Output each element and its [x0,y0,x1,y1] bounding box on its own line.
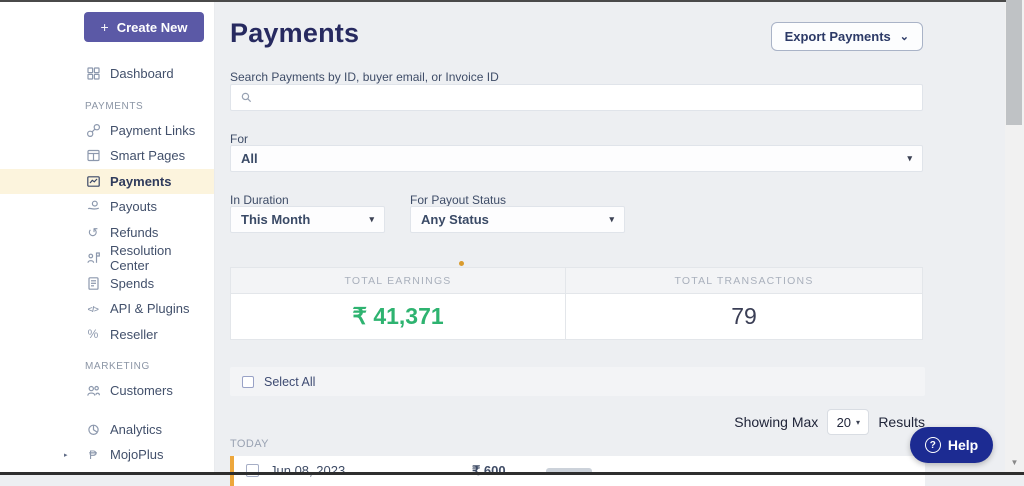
showing-max-row: Showing Max 20 ▾ Results [734,408,925,436]
plus-icon: + [101,19,109,35]
stats-header-row: TOTAL EARNINGS TOTAL TRANSACTIONS [231,268,922,294]
sidebar-item-label: Payouts [110,199,157,214]
sidebar-item-customers[interactable]: Customers [0,378,214,404]
caret-down-icon: ▾ [369,214,374,225]
sidebar-item-label: Customers [110,383,173,398]
sidebar-item-label: Payment Links [110,123,195,138]
sidebar-item-label: Refunds [110,225,158,240]
duration-select-value: This Month [241,212,310,227]
refunds-icon: ↺ [85,224,101,240]
search-icon [240,91,253,104]
scroll-down-arrow-icon[interactable]: ▼ [1005,458,1024,467]
duration-select[interactable]: This Month ▾ [230,206,385,233]
total-earnings-header: TOTAL EARNINGS [231,268,566,293]
sidebar-section-payments: PAYMENTS [85,101,214,114]
caret-down-icon: ▾ [609,214,614,225]
sidebar-item-label: Dashboard [110,66,174,81]
sidebar-item-label: Reseller [110,327,158,342]
showing-max-label: Showing Max [734,414,818,430]
select-all-label: Select All [264,375,315,389]
sidebar-item-label: Payments [110,174,171,189]
duration-label: In Duration [230,193,289,207]
sidebar-item-spends[interactable]: Spends [0,271,214,297]
chevron-down-icon: ⌄ [900,30,909,43]
payment-row[interactable]: Jun 08, 2023 ₹ 600 [230,456,925,486]
sidebar-item-label: Resolution Center [110,243,214,273]
page-title: Payments [230,18,359,49]
total-transactions-value: 79 [566,294,922,339]
help-button[interactable]: ? Help [910,427,993,463]
sidebar-item-label: Spends [110,276,154,291]
results-label: Results [878,414,925,430]
sidebar-item-refunds[interactable]: ↺ Refunds [0,220,214,246]
row-checkbox[interactable] [246,464,259,477]
total-earnings-value: ₹ 41,371 [231,294,566,339]
total-transactions-header: TOTAL TRANSACTIONS [566,268,922,293]
row-amount: ₹ 600 [472,463,506,479]
analytics-icon [85,421,101,437]
stats-value-row: ₹ 41,371 79 [231,294,922,339]
create-new-button[interactable]: + Create New [84,12,204,42]
mojoplus-icon: ₱ [85,447,101,463]
sidebar-item-reseller[interactable]: % Reseller [0,322,214,348]
notification-dot [459,261,464,266]
payout-status-select[interactable]: Any Status ▾ [410,206,625,233]
row-date: Jun 08, 2023 [270,463,345,478]
sidebar-item-payment-links[interactable]: Payment Links [0,118,214,144]
sidebar-item-label: MojoPlus [110,447,163,462]
create-new-label: Create New [117,20,188,35]
resolution-center-icon [85,250,101,266]
stats-table: TOTAL EARNINGS TOTAL TRANSACTIONS ₹ 41,3… [230,267,923,340]
select-all-checkbox[interactable] [242,376,254,388]
sidebar-item-payments[interactable]: Payments [0,169,214,195]
for-select[interactable]: All ▾ [230,145,923,172]
main-content: Payments Export Payments ⌄ Search Paymen… [230,0,925,475]
search-box[interactable] [230,84,923,111]
search-label: Search Payments by ID, buyer email, or I… [230,70,499,84]
payout-status-select-value: Any Status [421,212,489,227]
sidebar-section-marketing: MARKETING [85,361,214,374]
payout-status-label: For Payout Status [410,193,506,207]
sidebar-item-label: Analytics [110,422,162,437]
select-all-bar: Select All [230,367,925,396]
sidebar-item-smart-pages[interactable]: Smart Pages [0,143,214,169]
payments-chart-icon [85,173,101,189]
sidebar-nav: Dashboard PAYMENTS Payment Links Smart P… [0,61,214,468]
sidebar-item-label: Smart Pages [110,148,185,163]
sidebar-item-analytics[interactable]: Analytics [0,417,214,443]
sidebar-item-api-plugins[interactable]: </> API & Plugins [0,296,214,322]
sidebar-item-resolution-center[interactable]: Resolution Center [0,245,214,271]
export-payments-button[interactable]: Export Payments ⌄ [771,22,923,51]
sidebar-item-payouts[interactable]: Payouts [0,194,214,220]
api-code-icon: </> [85,301,101,317]
customers-icon [85,383,101,399]
scrollbar-thumb[interactable] [1006,0,1022,125]
dashboard-icon [85,66,101,82]
for-label: For [230,132,248,146]
payouts-icon [85,199,101,215]
help-label: Help [948,437,978,453]
search-input[interactable] [259,85,922,110]
smart-pages-icon [85,148,101,164]
sidebar-item-mojoplus[interactable]: ▸ ₱ MojoPlus [0,442,214,468]
max-results-value: 20 [837,415,851,430]
caret-down-icon: ▾ [907,153,912,164]
triangle-right-icon[interactable]: ▸ [64,451,68,459]
sidebar-item-label: API & Plugins [110,301,190,316]
question-mark-icon: ? [925,437,941,453]
for-select-value: All [241,151,258,166]
sidebar: + Create New Dashboard PAYMENTS Payment … [0,0,215,475]
max-results-select[interactable]: 20 ▾ [827,409,869,435]
group-label-today: TODAY [230,438,269,450]
page-scrollbar[interactable]: ▼ [1005,0,1024,475]
sidebar-item-dashboard[interactable]: Dashboard [0,61,214,87]
reseller-percent-icon: % [85,326,101,342]
link-icon [85,122,101,138]
caret-down-icon: ▾ [856,418,860,427]
spends-icon [85,275,101,291]
export-payments-label: Export Payments [785,29,891,44]
window-top-edge [0,0,1006,2]
